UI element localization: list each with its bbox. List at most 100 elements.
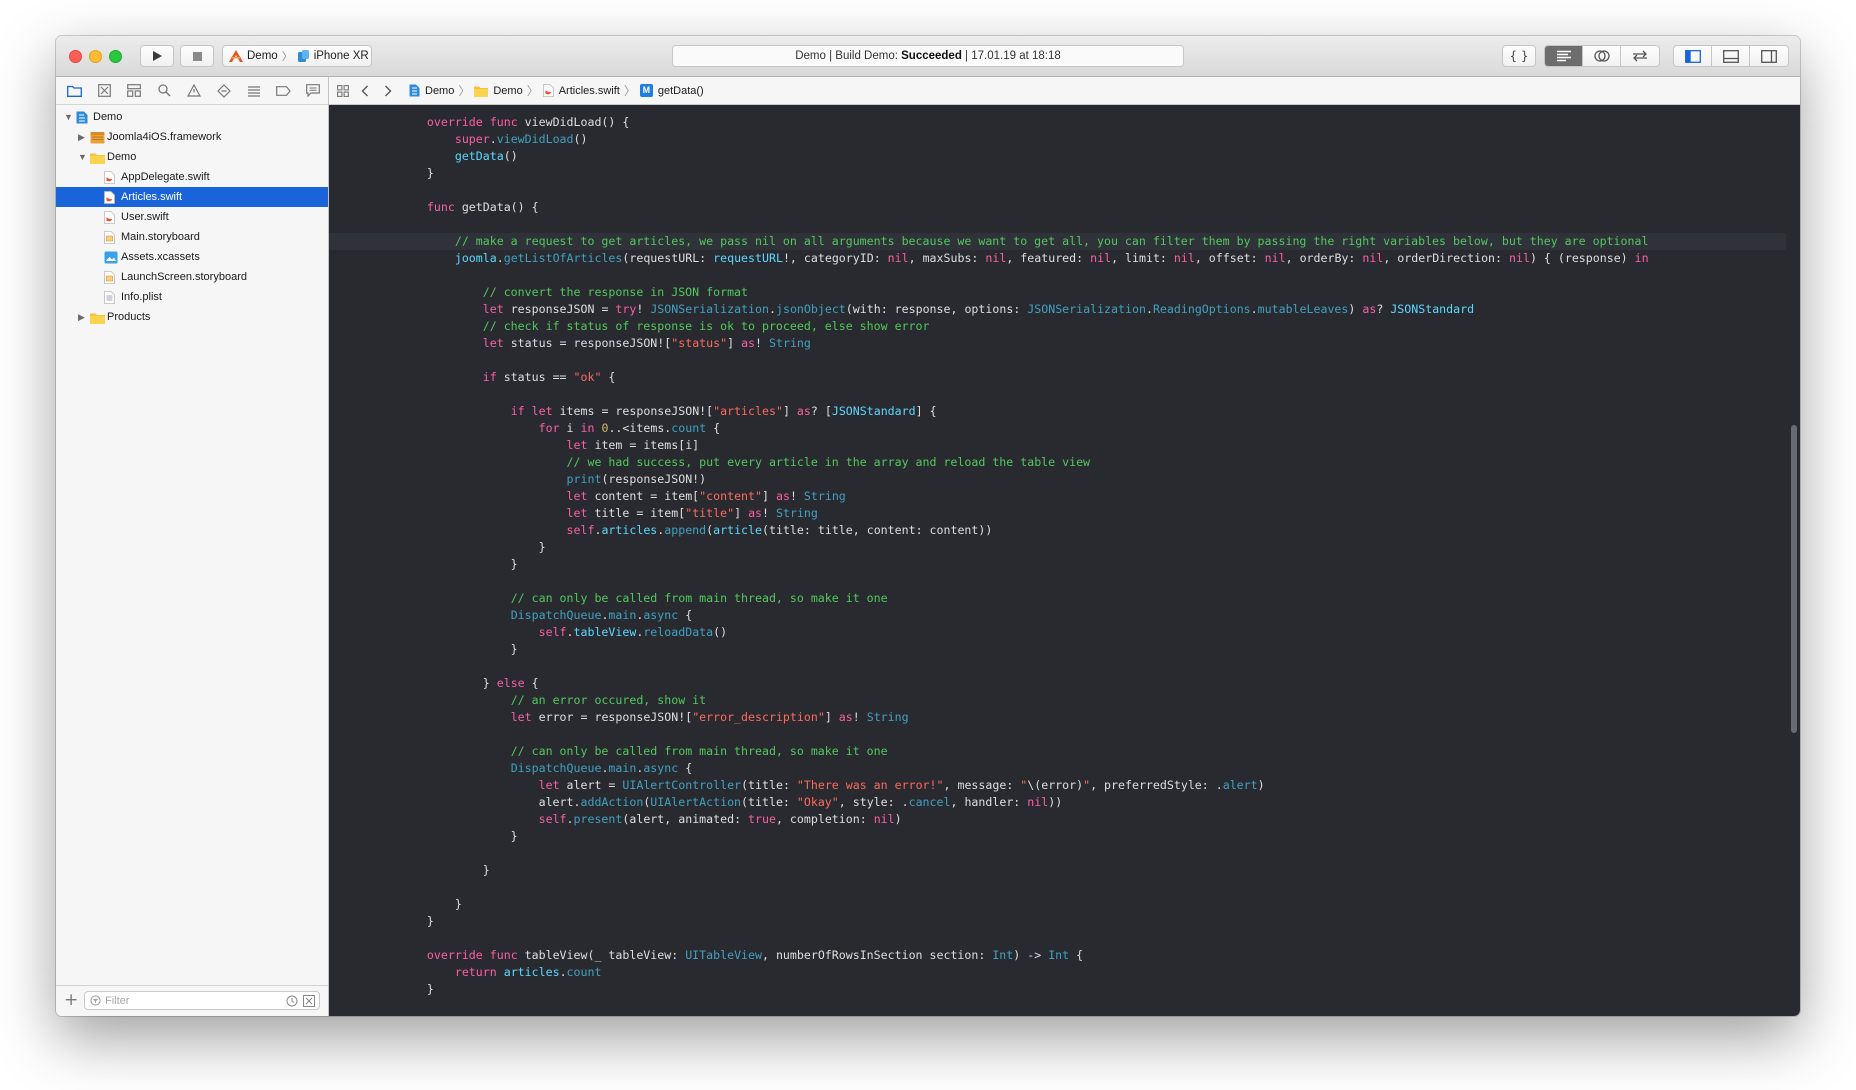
code-token: override [426,948,483,962]
swift-file-icon [104,171,117,184]
code-token: { [1069,948,1084,962]
add-file-icon[interactable]: + [64,990,78,1010]
code-token: getData [454,149,504,163]
symbol-navigator-tab[interactable] [120,78,150,104]
navigator-filter-bar: + Filter [56,985,328,1016]
code-token: Int [1048,948,1070,962]
source-control-filter-icon[interactable] [303,995,315,1007]
breakpoint-navigator-tab[interactable] [268,78,298,104]
chevron-left-icon [361,85,368,96]
code-line: joomla.getListOfArticles(requestURL: req… [329,250,1786,267]
report-icon [306,84,321,97]
code-token: nil [1508,251,1530,265]
code-token: JSONSerialization [1027,302,1146,316]
code-token: print [566,472,602,486]
file-tree-item[interactable]: LaunchScreen.storyboard [56,267,328,287]
project-navigator-tab[interactable] [60,78,90,104]
code-token: nil [873,812,895,826]
breadcrumb-symbol[interactable]: M getData() [639,84,704,97]
close-window-button[interactable] [69,50,82,63]
navigator-toggle-button[interactable] [1674,46,1712,66]
find-icon [158,84,171,97]
standard-editor-button[interactable] [1545,46,1583,66]
file-tree-item[interactable]: AppDelegate.swift [56,167,328,187]
file-tree-item[interactable]: Articles.swift [56,187,328,207]
go-forward-button[interactable] [384,77,392,104]
code-token: "title" [685,506,735,520]
code-lines: override func viewDidLoad() { super.view… [329,114,1786,998]
breadcrumb-project[interactable]: Demo [409,84,454,97]
disclosure-closed-icon[interactable]: ▶ [78,127,85,147]
file-tree-item[interactable]: ▼ Demo [56,107,328,127]
code-token: () [503,149,518,163]
code-token: // can only be called from main thread, … [510,744,888,758]
code-token: func [489,948,518,962]
code-token: } [399,897,462,911]
scheme-selector[interactable]: Demo 〉 iPhone XR [222,45,372,67]
recent-files-icon[interactable] [286,995,298,1007]
breadcrumb-group[interactable]: Demo [474,85,523,97]
iphone-device-icon [297,49,309,62]
code-token: { [524,676,539,690]
test-navigator-tab[interactable] [209,78,239,104]
zoom-window-button[interactable] [109,50,122,63]
file-tree-item[interactable]: ▶ Products [56,307,328,327]
file-tree-item[interactable]: ▶ Joomla4iOS.framework [56,127,328,147]
file-tree-item[interactable]: User.swift [56,207,328,227]
source-editor[interactable]: override func viewDidLoad() { super.view… [329,105,1786,1016]
code-token: } [399,166,434,180]
code-token: nil [1264,251,1286,265]
code-token: jsonObject [775,302,846,316]
run-button[interactable] [140,45,174,67]
code-token: , featured: [1006,251,1091,265]
storyboard-file-icon [104,271,117,284]
breadcrumb-file[interactable]: Articles.swift [542,84,620,97]
minimize-window-button[interactable] [89,50,102,63]
code-token: else [496,676,525,690]
code-line: // check if status of response is ok to … [329,318,1786,335]
code-token: (title: title, content: content)) [762,523,993,537]
code-token: } [399,914,434,928]
library-button[interactable]: { } [1502,45,1536,67]
code-token: nil [1090,251,1112,265]
breadcrumb-chevron-icon: 〉 [526,84,539,98]
version-editor-button[interactable] [1621,46,1659,66]
source-control-navigator-tab[interactable] [90,78,120,104]
code-token: ! [636,302,651,316]
find-navigator-tab[interactable] [149,78,179,104]
file-tree-item[interactable]: Main.storyboard [56,227,328,247]
editor-scrollbar-thumb[interactable] [1791,425,1797,733]
debug-area-toggle-button[interactable] [1712,46,1750,66]
go-back-button[interactable] [361,77,369,104]
debug-navigator-tab[interactable] [239,78,269,104]
assistant-editor-button[interactable] [1583,46,1621,66]
code-token: ! [852,710,867,724]
inspector-toggle-button[interactable] [1750,46,1788,66]
code-token: in [580,421,595,435]
code-token: requestURL [713,251,783,265]
issue-navigator-tab[interactable] [179,78,209,104]
file-tree-item[interactable]: Info.plist [56,287,328,307]
disclosure-open-icon[interactable]: ▼ [78,147,87,167]
report-navigator-tab[interactable] [298,78,328,104]
related-items-button[interactable] [337,77,349,104]
code-token: ? [1376,302,1391,316]
code-token: true [748,812,776,826]
code-token: "There was an error!" [796,778,944,792]
code-line: } else { [329,675,1786,692]
disclosure-open-icon[interactable]: ▼ [64,107,73,127]
code-line: } [329,539,1786,556]
disclosure-closed-icon[interactable]: ▶ [78,307,85,327]
code-token: "status" [671,336,728,350]
file-tree-item[interactable]: ▼ Demo [56,147,328,167]
editor-scrollbar[interactable] [1786,105,1800,1016]
jump-bar: Demo 〉 Demo 〉 Articles.swift 〉 M getData… [329,77,1800,105]
file-tree-item[interactable]: Assets.xcassets [56,247,328,267]
stop-button[interactable] [180,45,214,67]
navigator-filter-input[interactable]: Filter [84,991,320,1010]
